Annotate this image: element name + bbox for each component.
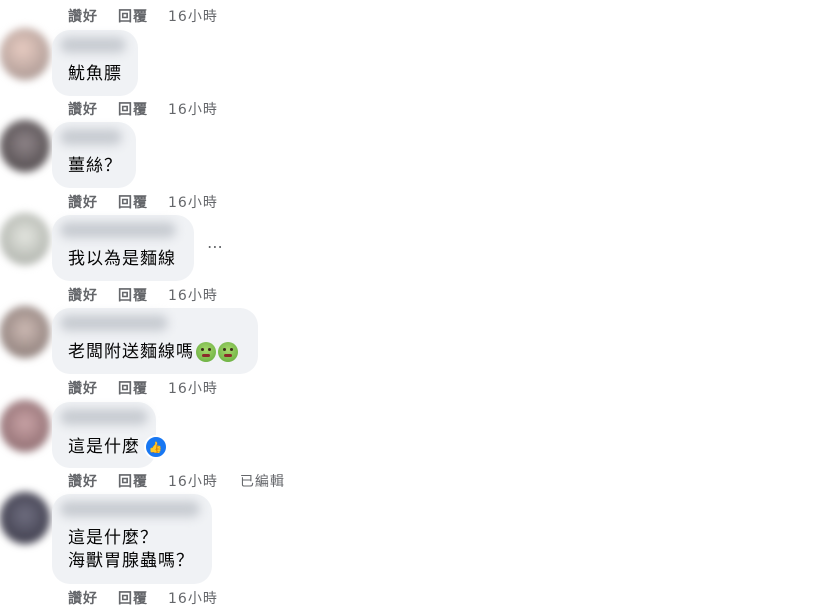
comment-text-line: 魷魚膘 — [68, 64, 122, 84]
action-row: 讚好 回覆 16小時 — [68, 285, 240, 305]
comment-bubble: 魷魚膘 — [52, 30, 138, 96]
avatar[interactable] — [0, 492, 50, 544]
comment-text: 魷魚膘 — [68, 63, 122, 86]
reply-button[interactable]: 回覆 — [118, 192, 148, 212]
comment-time[interactable]: 16小時 — [168, 588, 218, 608]
more-options-icon[interactable]: ⋯ — [207, 237, 224, 256]
reply-button[interactable]: 回覆 — [118, 99, 148, 119]
like-icon[interactable]: 👍 — [144, 435, 168, 459]
reply-button[interactable]: 回覆 — [118, 6, 148, 26]
comment-text-line: 這是什麼 👍 — [68, 435, 168, 459]
reply-button[interactable]: 回覆 — [118, 471, 148, 491]
like-button[interactable]: 讚好 — [68, 192, 98, 212]
comment-bubble: 薑絲？ — [52, 122, 136, 188]
comment-time[interactable]: 16小時 — [168, 285, 218, 305]
comment-text: 老闆附送麵線嗎 — [68, 341, 238, 364]
comment-time[interactable]: 16小時 — [168, 6, 218, 26]
comment-time[interactable]: 16小時 — [168, 378, 218, 398]
comment-text-line: 海獸胃腺蟲嗎？ — [68, 551, 194, 571]
author-name[interactable] — [60, 222, 176, 238]
comment-text-content: 這是什麼 — [68, 437, 140, 457]
reply-button[interactable]: 回覆 — [118, 285, 148, 305]
comment-text: 薑絲？ — [68, 155, 122, 178]
action-row: 讚好 回覆 16小時 — [68, 99, 240, 119]
author-name[interactable] — [60, 129, 122, 145]
comment-text: 這是什麼 👍 — [68, 435, 168, 459]
nauseated-face-icon — [196, 342, 216, 362]
like-button[interactable]: 讚好 — [68, 99, 98, 119]
action-row: 讚好 回覆 16小時 已編輯 — [68, 471, 285, 491]
comment-time[interactable]: 16小時 — [168, 471, 218, 491]
action-row: 讚好 回覆 16小時 — [68, 192, 240, 212]
avatar[interactable] — [0, 213, 50, 265]
comment-text-line: 這是什麼？ — [68, 528, 158, 548]
like-button[interactable]: 讚好 — [68, 6, 98, 26]
comment-bubble: 這是什麼？ 海獸胃腺蟲嗎？ — [52, 494, 212, 584]
action-row: 讚好 回覆 16小時 — [68, 378, 240, 398]
author-name[interactable] — [60, 37, 126, 53]
reply-button[interactable]: 回覆 — [118, 378, 148, 398]
like-button[interactable]: 讚好 — [68, 285, 98, 305]
like-button[interactable]: 讚好 — [68, 378, 98, 398]
comment-text-line: 薑絲？ — [68, 156, 122, 176]
action-row: 讚好 回覆 16小時 — [68, 588, 240, 608]
emoji-group — [196, 342, 238, 362]
comment-text-line: 老闆附送麵線嗎 — [68, 341, 238, 364]
comment-bubble: 這是什麼 👍 — [52, 402, 168, 468]
avatar[interactable] — [0, 306, 50, 358]
comment-bubble: 老闆附送麵線嗎 — [52, 308, 258, 374]
comment-text-content: 老闆附送麵線嗎 — [68, 342, 194, 362]
like-button[interactable]: 讚好 — [68, 588, 98, 608]
like-button[interactable]: 讚好 — [68, 471, 98, 491]
reply-button[interactable]: 回覆 — [118, 588, 148, 608]
avatar[interactable] — [0, 28, 50, 80]
comment-text-line: 我以為是麵線 — [68, 249, 176, 269]
comment-time[interactable]: 16小時 — [168, 192, 218, 212]
comment-bubble: 我以為是麵線 — [52, 215, 194, 281]
author-name[interactable] — [60, 315, 168, 331]
nauseated-face-icon — [218, 342, 238, 362]
author-name[interactable] — [60, 501, 200, 517]
avatar[interactable] — [0, 120, 50, 172]
avatar[interactable] — [0, 400, 50, 452]
edited-label[interactable]: 已編輯 — [240, 471, 285, 491]
action-row: 讚好 回覆 16小時 — [68, 6, 240, 26]
comment-time[interactable]: 16小時 — [168, 99, 218, 119]
author-name[interactable] — [60, 409, 148, 425]
comment-text: 我以為是麵線 — [68, 248, 176, 271]
comment-text: 這是什麼？ 海獸胃腺蟲嗎？ — [68, 527, 194, 573]
